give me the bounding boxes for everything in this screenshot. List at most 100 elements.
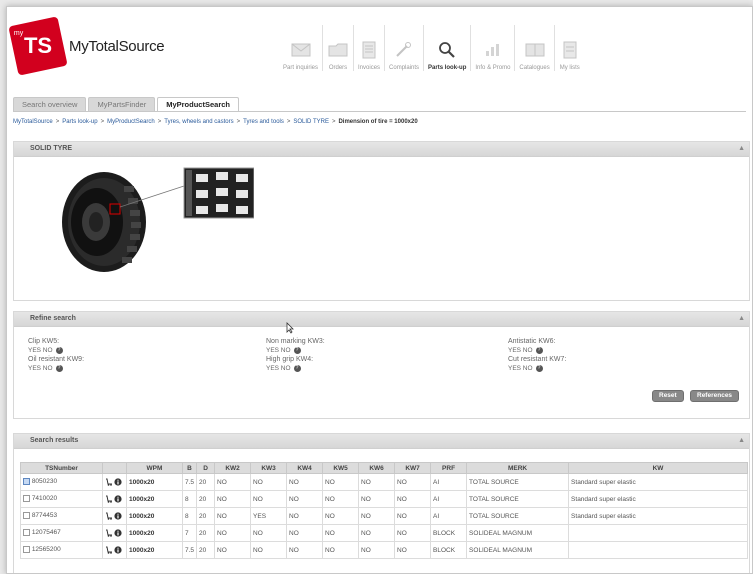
help-icon[interactable]: ? — [535, 364, 543, 372]
references-button[interactable]: References — [690, 390, 740, 402]
nav-info-promo[interactable]: Info & Promo — [470, 25, 514, 71]
row-checkbox[interactable] — [23, 512, 30, 520]
filter-options[interactable]: YES NO? — [266, 346, 466, 356]
filter-options[interactable]: YES NO? — [266, 364, 466, 374]
nav-label: Complaints — [389, 65, 420, 71]
nav-invoices[interactable]: Invoices — [353, 25, 384, 71]
column-header[interactable]: KW7 — [394, 462, 432, 474]
nav-my-lists[interactable]: My lists — [553, 25, 585, 71]
tab-divider — [13, 111, 746, 112]
filter-label: Cut resistant KW7: — [508, 356, 567, 363]
breadcrumb-link[interactable]: Tyres, wheels and castors — [164, 119, 233, 125]
panel-header[interactable]: SOLID TYRE ▲ — [14, 142, 749, 157]
row-checkbox[interactable] — [23, 546, 30, 554]
collapse-icon[interactable]: ▲ — [738, 145, 745, 152]
row-checkbox[interactable] — [23, 529, 30, 537]
row-checkbox[interactable] — [23, 478, 30, 486]
info-icon[interactable] — [114, 478, 122, 486]
breadcrumb-separator: > — [55, 119, 60, 125]
table-row[interactable]: 8774453 1000x20 8 20 NO YES NO NO NO NO … — [20, 507, 748, 525]
nav-complaints[interactable]: Complaints — [384, 25, 423, 71]
filter-options[interactable]: YES NO? — [28, 346, 228, 356]
folder-icon — [327, 41, 349, 59]
breadcrumb-link[interactable]: SOLID TYRE — [293, 119, 329, 125]
help-icon[interactable]: ? — [293, 364, 301, 372]
nav-part-inquiries[interactable]: Part inquiries — [279, 25, 322, 71]
breadcrumb-link[interactable]: Parts look-up — [62, 119, 97, 125]
kw2-cell: NO — [214, 541, 252, 559]
table-row[interactable]: 8050230 1000x20 7.5 20 NO NO NO NO NO NO… — [20, 473, 748, 491]
info-icon[interactable] — [114, 495, 122, 503]
column-header[interactable]: KW — [568, 462, 748, 474]
prf-cell: AI — [430, 473, 468, 491]
panel-header[interactable]: Search results ▲ — [14, 434, 749, 449]
breadcrumb-link[interactable]: MyTotalSource — [13, 119, 53, 125]
filter-options[interactable]: YES NO? — [508, 346, 708, 356]
cart-icon[interactable] — [105, 478, 113, 486]
table-row[interactable]: 7410020 1000x20 8 20 NO NO NO NO NO NO A… — [20, 490, 748, 508]
column-header[interactable]: KW3 — [250, 462, 288, 474]
table-row[interactable]: 12075467 1000x20 7 20 NO NO NO NO NO NO … — [20, 524, 748, 542]
info-icon[interactable] — [114, 529, 122, 537]
tab-search-overview[interactable]: Search overview — [13, 97, 87, 111]
cart-icon[interactable] — [105, 546, 113, 554]
tsnumber-cell[interactable]: 8050230 — [20, 473, 103, 491]
column-header[interactable]: MERK — [466, 462, 570, 474]
tsnumber-cell[interactable]: 12075467 — [20, 524, 103, 542]
filter-option-text[interactable]: YES NO — [508, 365, 533, 372]
help-icon[interactable]: ? — [55, 364, 63, 372]
breadcrumb-link[interactable]: MyProductSearch — [107, 119, 155, 125]
filter-option-text[interactable]: YES NO — [28, 347, 53, 354]
column-header[interactable]: B — [181, 462, 198, 474]
kw6-cell: NO — [358, 490, 396, 508]
tsnumber-cell[interactable]: 12565200 — [20, 541, 103, 559]
cart-icon[interactable] — [105, 495, 113, 503]
breadcrumb-link[interactable]: Tyres and tools — [243, 119, 284, 125]
prf-cell: AI — [430, 507, 468, 525]
info-icon[interactable] — [114, 512, 122, 520]
column-header[interactable]: KW5 — [322, 462, 360, 474]
nav-orders[interactable]: Orders — [322, 25, 353, 71]
column-header[interactable]: KW6 — [358, 462, 396, 474]
filter-option-text[interactable]: YES NO — [266, 347, 291, 354]
refine-search-panel: Refine search ▲ Clip KW5: YES NO? Oil re… — [13, 311, 750, 419]
d-cell: 20 — [196, 541, 216, 559]
table-row[interactable]: 12565200 1000x20 7.5 20 NO NO NO NO NO N… — [20, 541, 748, 559]
tsnumber-cell[interactable]: 8774453 — [20, 507, 103, 525]
actions-cell — [102, 490, 127, 508]
column-header[interactable]: KW4 — [286, 462, 324, 474]
nav-catalogues[interactable]: Catalogues — [514, 25, 553, 71]
info-icon[interactable] — [114, 546, 122, 554]
kw3-cell: NO — [250, 541, 288, 559]
help-icon[interactable]: ? — [535, 346, 543, 354]
column-header[interactable]: WPM — [126, 462, 183, 474]
reset-button[interactable]: Reset — [652, 390, 684, 402]
help-icon[interactable]: ? — [55, 346, 63, 354]
logo[interactable]: my TS MyTotalSource — [8, 16, 165, 76]
table-header-row: TSNumber WPM B D KW2 KW3 KW4 KW5 KW6 KW7… — [20, 462, 748, 474]
tsnumber-cell[interactable]: 7410020 — [20, 490, 103, 508]
help-icon[interactable]: ? — [293, 346, 301, 354]
panel-header[interactable]: Refine search ▲ — [14, 312, 749, 327]
column-header[interactable]: PRF — [430, 462, 468, 474]
nav-label: Parts look-up — [428, 65, 467, 71]
wpm-cell: 1000x20 — [126, 524, 183, 542]
tab-myproductsearch[interactable]: MyProductSearch — [157, 97, 239, 111]
kw4-cell: NO — [286, 524, 324, 542]
row-checkbox[interactable] — [23, 495, 30, 503]
column-header[interactable]: TSNumber — [20, 462, 103, 474]
filter-options[interactable]: YES NO? — [508, 364, 708, 374]
tab-mypartsfinder[interactable]: MyPartsFinder — [88, 97, 156, 111]
cart-icon[interactable] — [105, 529, 113, 537]
filter-option-text[interactable]: YES NO — [28, 365, 53, 372]
filter-options[interactable]: YES NO? — [28, 364, 228, 374]
filter-option-text[interactable]: YES NO — [266, 365, 291, 372]
filter-option-text[interactable]: YES NO — [508, 347, 533, 354]
nav-parts-lookup[interactable]: Parts look-up — [423, 25, 470, 71]
column-header[interactable]: KW2 — [214, 462, 252, 474]
cart-icon[interactable] — [105, 512, 113, 520]
column-header[interactable]: D — [196, 462, 216, 474]
collapse-icon[interactable]: ▲ — [738, 437, 745, 444]
merk-cell: SOLIDEAL MAGNUM — [466, 524, 570, 542]
collapse-icon[interactable]: ▲ — [738, 315, 745, 322]
